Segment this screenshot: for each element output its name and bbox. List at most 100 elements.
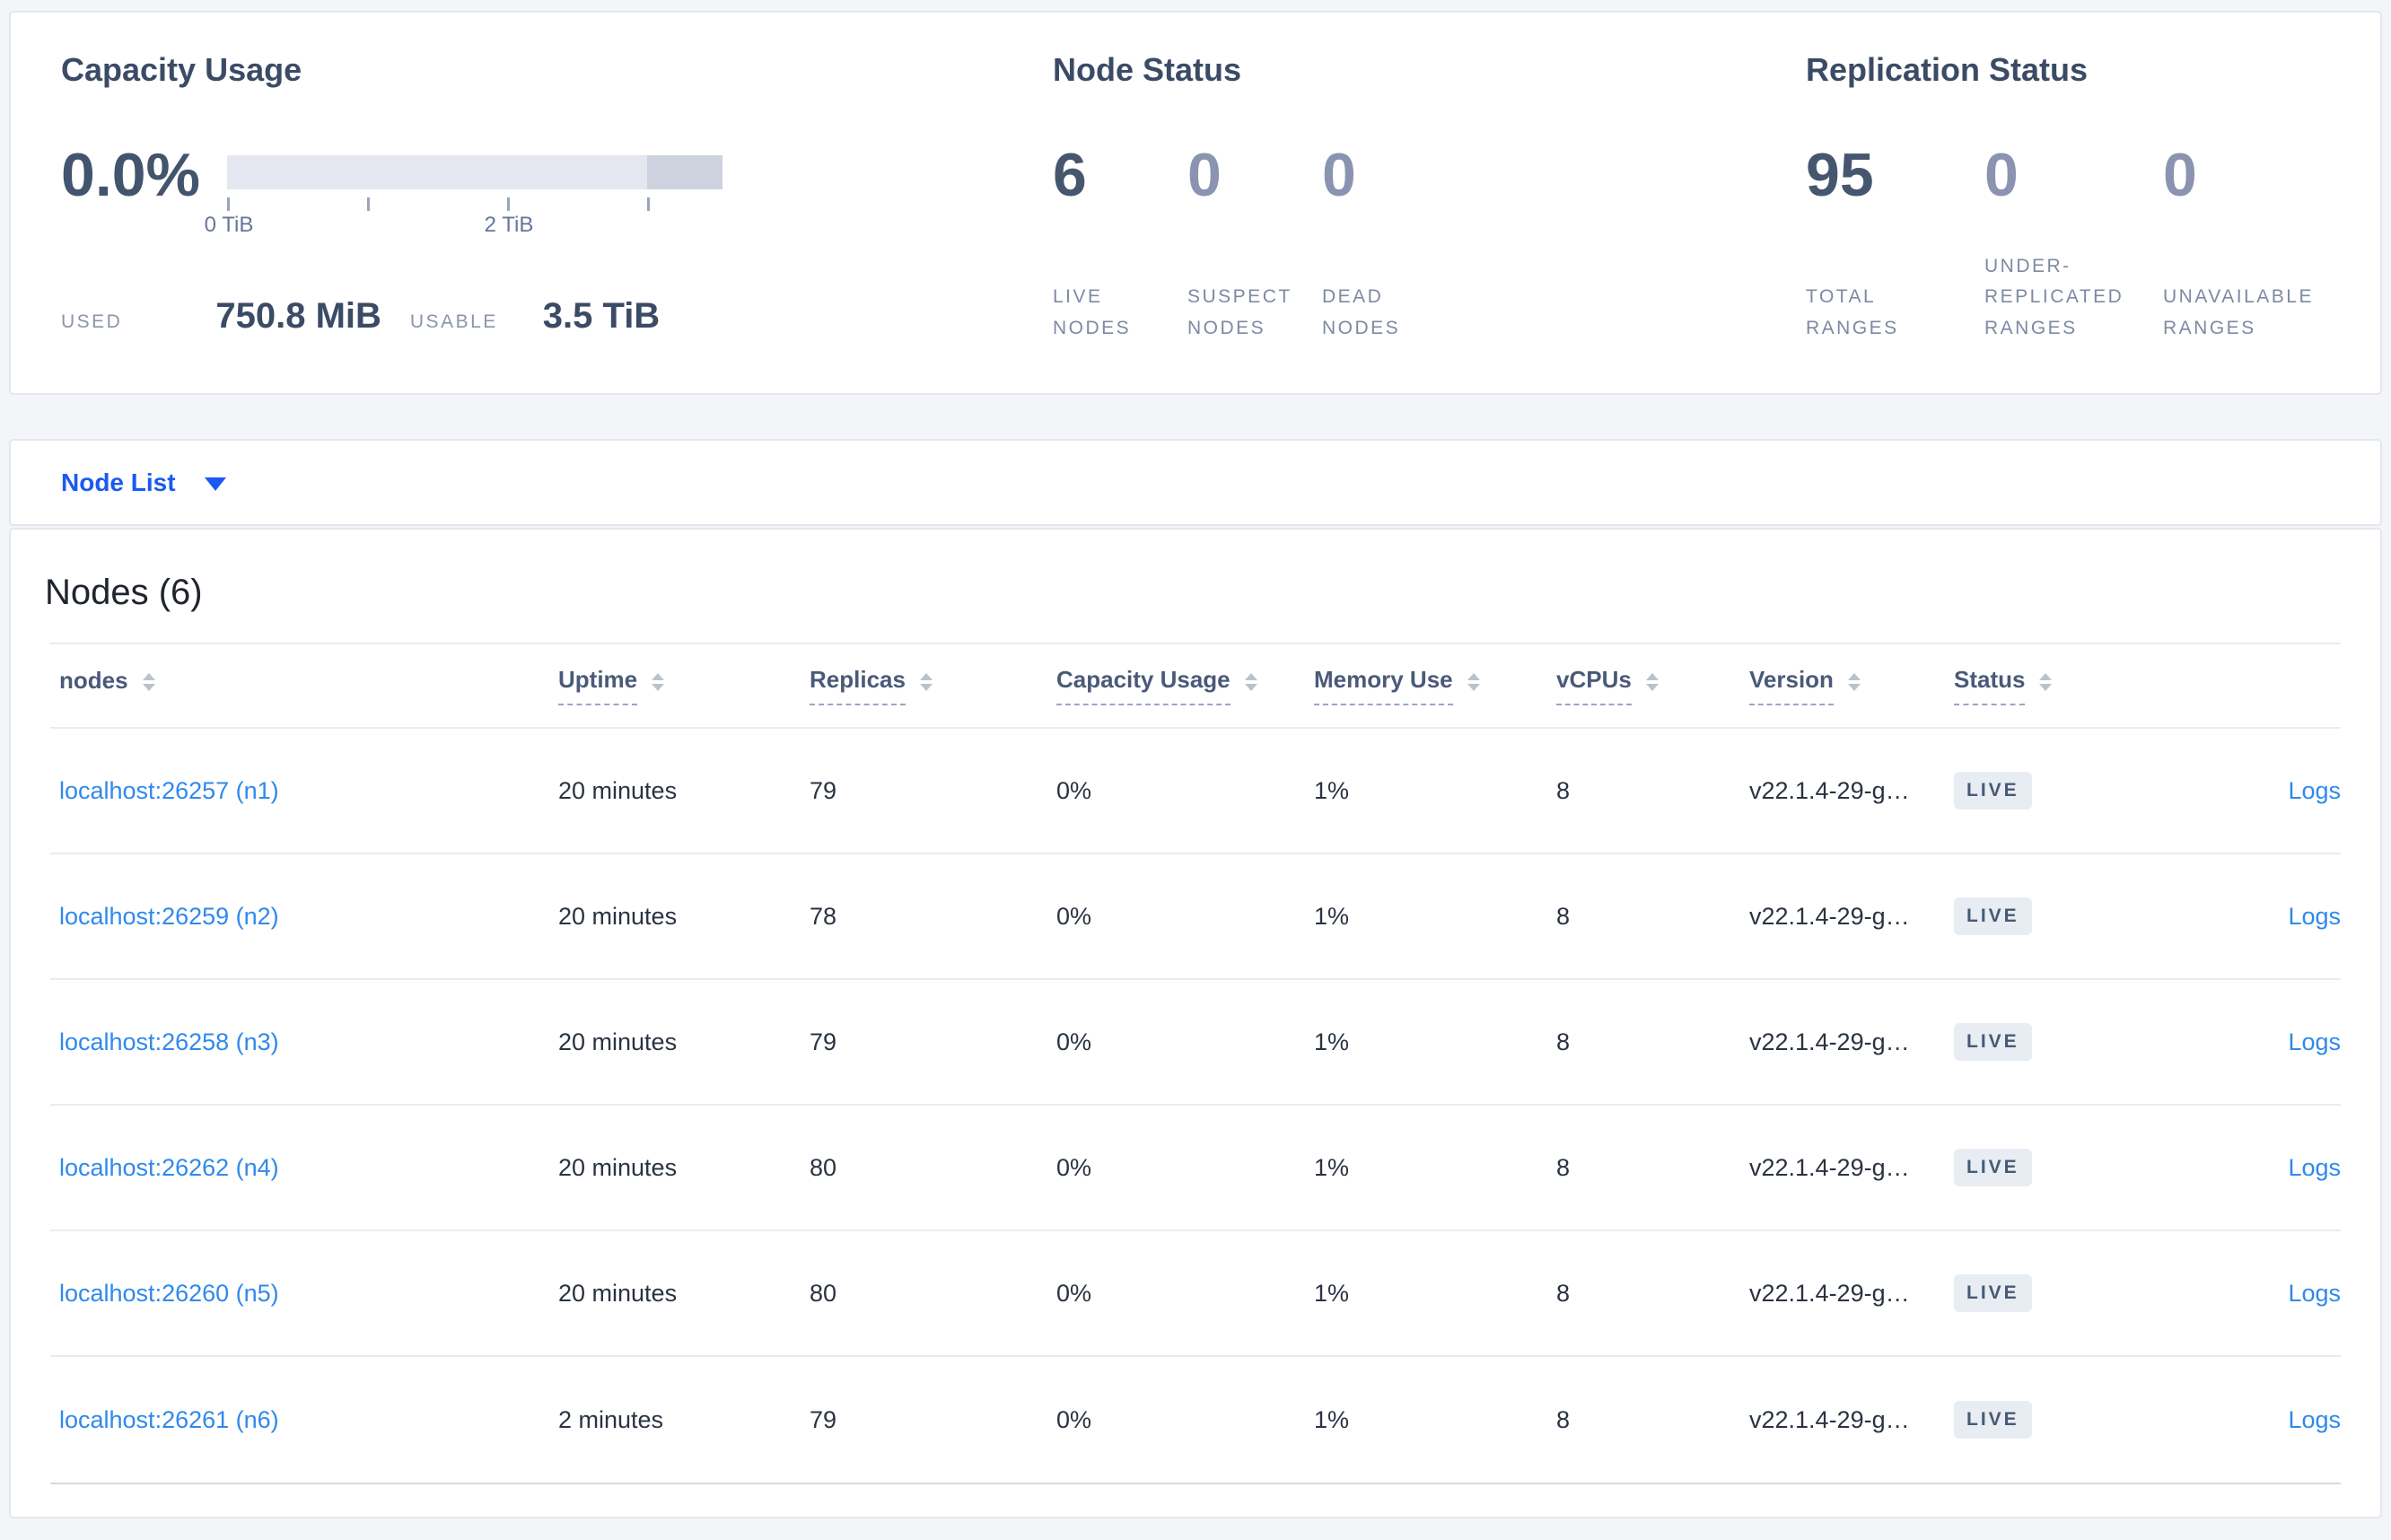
node-status-section: Node Status 6 LIVE NODES 0 SUSPECT NODES… [1053,52,1806,393]
column-header-replicas[interactable]: Replicas [810,666,1056,705]
version-cell: v22.1.4-29-g… [1749,1153,1910,1181]
uptime-cell: 20 minutes [558,1279,678,1307]
suspect-nodes-stat: 0 SUSPECT NODES [1187,144,1322,350]
unavailable-ranges-count: 0 [2163,140,2197,209]
sort-icon [652,673,665,691]
column-header-version[interactable]: Version [1749,666,1954,705]
capacity-bar-reserved-segment [647,154,723,189]
table-row: localhost:26261 (n6) 2 minutes 79 0% 1% … [50,1357,2341,1483]
column-header-status[interactable]: Status [1954,666,2160,705]
column-header-vcpus[interactable]: vCPUs [1556,666,1749,705]
logs-link[interactable]: Logs [2288,1154,2341,1181]
node-status-title: Node Status [1053,51,1242,88]
replication-status-title: Replication Status [1806,51,2089,88]
live-nodes-stat: 6 LIVE NODES [1053,144,1187,350]
logs-link[interactable]: Logs [2288,903,2341,930]
capacity-axis: 0 TiB 2 TiB [205,189,723,237]
vcpus-cell: 8 [1556,776,1571,804]
capacity-usage-title: Capacity Usage [61,51,302,88]
status-badge: LIVE [1954,1023,2032,1061]
uptime-cell: 20 minutes [558,1028,678,1055]
capacity-cell: 0% [1056,902,1092,930]
uptime-cell: 20 minutes [558,1153,678,1181]
node-link[interactable]: localhost:26259 (n2) [59,903,279,930]
capacity-percent-value: 0.0% [61,140,200,209]
vcpus-cell: 8 [1556,1028,1571,1055]
node-link[interactable]: localhost:26260 (n5) [59,1280,279,1307]
status-badge: LIVE [1954,1274,2032,1312]
capacity-usage-section: Capacity Usage 0.0% 0 TiB 2 TiB USED 750… [61,52,1053,393]
under-replicated-ranges-stat: 0 UNDER- REPLICATED RANGES [1984,144,2163,350]
used-value: 750.8 MiB [215,295,381,336]
replication-status-section: Replication Status 95 TOTAL RANGES 0 UND… [1806,52,2380,393]
axis-tick-label: 0 TiB [204,212,254,237]
total-ranges-stat: 95 TOTAL RANGES [1806,144,1984,350]
capacity-bar [227,154,723,189]
chevron-down-icon [204,477,226,491]
memory-cell: 1% [1314,1153,1350,1181]
cluster-summary-card: Capacity Usage 0.0% 0 TiB 2 TiB USED 750… [9,11,2382,395]
replicas-cell: 80 [810,1153,837,1181]
status-badge: LIVE [1954,1149,2032,1186]
under-replicated-ranges-count: 0 [1984,140,2019,209]
table-header-row: nodes Uptime Replicas Capacity Usage Mem… [50,643,2341,729]
used-label: USED [61,311,123,332]
sort-icon [919,673,933,691]
capacity-cell: 0% [1056,1028,1092,1055]
live-nodes-count: 6 [1053,140,1087,209]
logs-link[interactable]: Logs [2288,1028,2341,1055]
unavailable-ranges-label: UNAVAILABLE RANGES [2163,286,2314,338]
vcpus-cell: 8 [1556,1405,1571,1433]
suspect-nodes-count: 0 [1187,140,1222,209]
node-list-bar: Node List [9,439,2382,526]
memory-cell: 1% [1314,776,1350,804]
uptime-cell: 2 minutes [558,1405,664,1433]
status-badge: LIVE [1954,897,2032,935]
nodes-table: nodes Uptime Replicas Capacity Usage Mem… [50,643,2341,1484]
axis-tick [227,197,230,211]
version-cell: v22.1.4-29-g… [1749,1405,1910,1433]
replicas-cell: 79 [810,776,837,804]
uptime-cell: 20 minutes [558,902,678,930]
node-link[interactable]: localhost:26257 (n1) [59,777,279,804]
replicas-cell: 78 [810,902,837,930]
node-link[interactable]: localhost:26261 (n6) [59,1406,279,1433]
capacity-cell: 0% [1056,1405,1092,1433]
uptime-cell: 20 minutes [558,776,678,804]
axis-tick [367,197,370,211]
vcpus-cell: 8 [1556,902,1571,930]
logs-link[interactable]: Logs [2288,1280,2341,1307]
column-header-memory-use[interactable]: Memory Use [1314,666,1556,705]
node-list-dropdown[interactable]: Node List [61,468,226,497]
nodes-table-heading: Nodes (6) [45,573,203,612]
column-header-nodes[interactable]: nodes [59,667,558,704]
memory-cell: 1% [1314,902,1350,930]
dead-nodes-count: 0 [1322,140,1356,209]
status-badge: LIVE [1954,1401,2032,1439]
node-list-dropdown-label: Node List [61,468,176,496]
dead-nodes-stat: 0 DEAD NODES [1322,144,1457,350]
sort-icon [1645,673,1659,691]
nodes-table-card: Nodes (6) nodes Uptime Replicas Capacity… [9,528,2382,1518]
suspect-nodes-label: SUSPECT NODES [1187,286,1292,338]
vcpus-cell: 8 [1556,1279,1571,1307]
column-header-uptime[interactable]: Uptime [558,666,810,705]
logs-link[interactable]: Logs [2288,1406,2341,1433]
table-row: localhost:26259 (n2) 20 minutes 78 0% 1%… [50,854,2341,980]
version-cell: v22.1.4-29-g… [1749,1028,1910,1055]
total-ranges-count: 95 [1806,140,1874,209]
node-link[interactable]: localhost:26262 (n4) [59,1154,279,1181]
memory-cell: 1% [1314,1279,1350,1307]
replicas-cell: 79 [810,1028,837,1055]
live-nodes-label: LIVE NODES [1053,286,1132,338]
node-link[interactable]: localhost:26258 (n3) [59,1028,279,1055]
table-row: localhost:26262 (n4) 20 minutes 80 0% 1%… [50,1106,2341,1231]
memory-cell: 1% [1314,1405,1350,1433]
capacity-usage-meter: 0 TiB 2 TiB [205,144,723,237]
axis-tick [647,197,650,211]
under-replicated-ranges-label: UNDER- REPLICATED RANGES [1984,255,2124,338]
column-header-capacity-usage[interactable]: Capacity Usage [1056,666,1314,705]
replicas-cell: 80 [810,1279,837,1307]
sort-icon [1847,673,1861,691]
logs-link[interactable]: Logs [2288,777,2341,804]
